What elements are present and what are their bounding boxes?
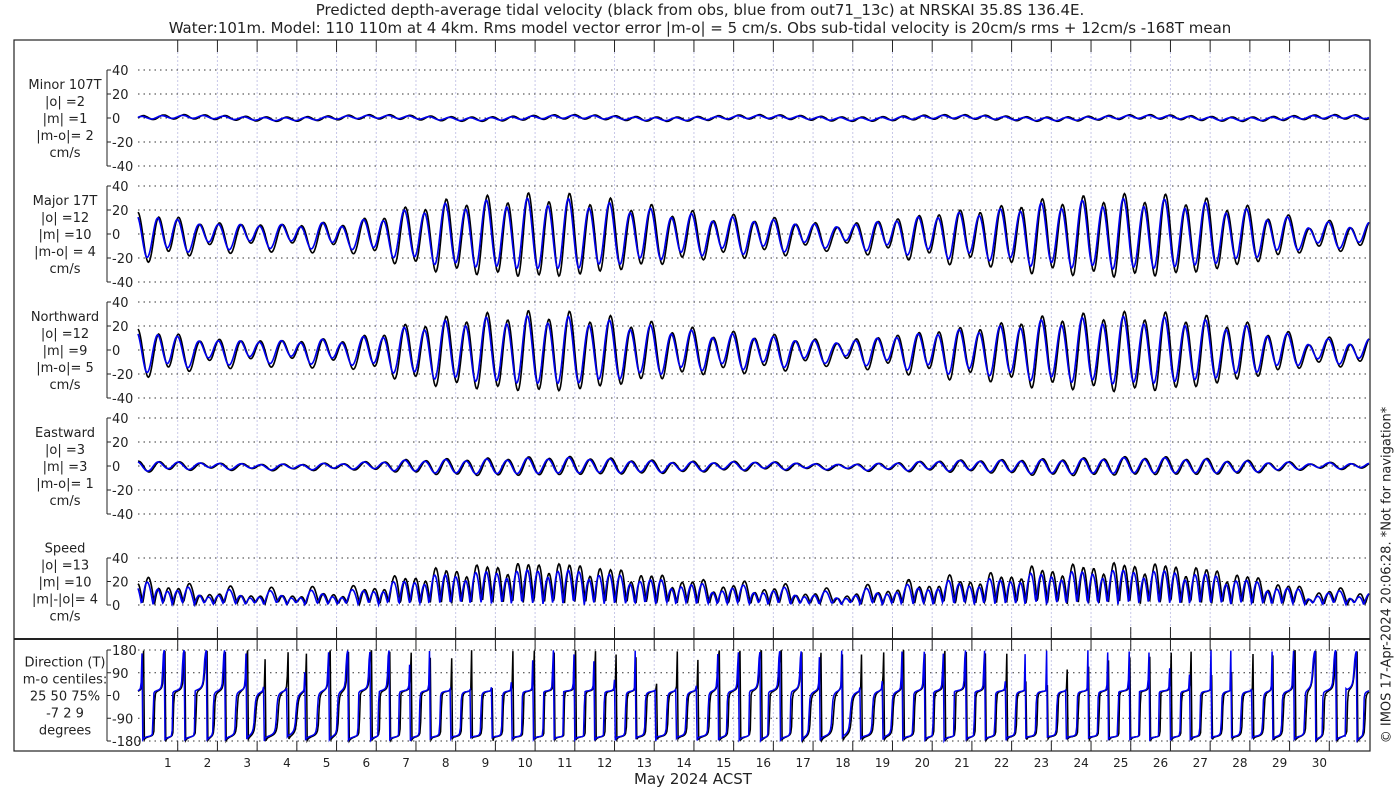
y-tick-label: -20: [112, 136, 133, 151]
x-tick-label: 4: [283, 756, 291, 770]
y-tick-label: 20: [112, 204, 129, 219]
x-tick-label: 8: [442, 756, 450, 770]
obs-series-speed: [137, 561, 1370, 607]
x-tick-label: 7: [402, 756, 410, 770]
obs-series-major: [137, 191, 1370, 279]
x-tick-label: 10: [518, 756, 533, 770]
chart-area: 1 2 3 4 5 6 7 8 9 10 11 12 13 14 15 16 17 18 19 20 21 22 23 24 2…: [13, 39, 1371, 788]
panel-label-major: Major 17T: [33, 194, 98, 209]
x-tick-label: 16: [756, 756, 771, 770]
x-tick-label: 9: [482, 756, 490, 770]
y-tick-label: 90: [112, 667, 129, 682]
x-tick-label: 25: [1113, 756, 1128, 770]
panel-label-minor: |m| =1: [43, 112, 88, 127]
panel-label-north: |m| =9: [43, 344, 88, 359]
x-tick-label: 14: [676, 756, 691, 770]
y-tick-label: -20: [112, 252, 133, 267]
y-tick-label: -40: [112, 392, 133, 407]
panel-label-major: |m| =10: [39, 228, 92, 243]
panel-label-north: cm/s: [50, 378, 81, 393]
y-tick-label: 40: [112, 552, 129, 567]
panel-label-direction: Direction (T): [25, 656, 106, 671]
y-tick-label: 0: [112, 112, 120, 127]
x-tick-label: 17: [795, 756, 810, 770]
panel-label-direction: m-o centiles:: [23, 673, 108, 688]
y-tick-label: 40: [112, 296, 129, 311]
y-tick-label: 40: [112, 180, 129, 195]
y-tick-label: 20: [112, 320, 129, 335]
x-tick-label: 30: [1312, 756, 1327, 770]
x-tick-label: 11: [557, 756, 572, 770]
x-tick-label: 19: [875, 756, 890, 770]
panel-label-minor: cm/s: [50, 146, 81, 161]
x-tick-label: 28: [1232, 756, 1247, 770]
panel-label-major: cm/s: [50, 262, 81, 277]
y-tick-label: -180: [112, 735, 142, 750]
panel-label-direction: degrees: [39, 724, 92, 739]
y-tick-label: -40: [112, 508, 133, 523]
panel-label-direction: -7 2 9: [46, 707, 84, 722]
y-tick-label: 0: [112, 690, 120, 705]
x-tick-label: 22: [994, 756, 1009, 770]
x-tick-label: 20: [915, 756, 930, 770]
x-tick-label: 1: [164, 756, 172, 770]
y-tick-label: -20: [112, 368, 133, 383]
x-tick-label: 27: [1193, 756, 1208, 770]
x-tick-label: 21: [954, 756, 969, 770]
y-tick-label: 40: [112, 412, 129, 427]
panel-label-speed: cm/s: [50, 610, 81, 625]
x-tick-label: 15: [716, 756, 731, 770]
model-series-speed: [137, 568, 1370, 608]
panel-label-east: |o| =3: [45, 443, 85, 458]
x-tick-label: 2: [204, 756, 212, 770]
y-tick-label: 0: [112, 228, 120, 243]
x-tick-label: 18: [835, 756, 850, 770]
panel-label-direction: 25 50 75%: [30, 690, 100, 705]
panel-label-speed: |o| =13: [41, 559, 89, 574]
x-tick-label: 13: [637, 756, 652, 770]
y-tick-label: 0: [112, 599, 120, 614]
y-tick-label: -40: [112, 160, 133, 175]
x-axis-label: May 2024 ACST: [634, 770, 753, 788]
panel-label-major: |m-o| = 4: [34, 245, 96, 260]
panel-label-speed: |m| =10: [39, 576, 92, 591]
y-tick-label: 20: [112, 436, 129, 451]
obs-series-north: [137, 309, 1370, 393]
y-tick-label: 0: [112, 460, 120, 475]
x-tick-label: 5: [323, 756, 331, 770]
panel-label-east: cm/s: [50, 494, 81, 509]
y-tick-label: -20: [112, 484, 133, 499]
y-tick-label: 0: [112, 344, 120, 359]
x-tick-label: 3: [243, 756, 251, 770]
panel-label-major: |o| =12: [41, 211, 89, 226]
panel-label-north: |m-o|= 5: [36, 361, 94, 376]
panel-label-east: Eastward: [35, 426, 95, 441]
panel-label-minor: |m-o|= 2: [36, 129, 94, 144]
y-tick-label: 20: [112, 88, 129, 103]
panel-label-east: |m| =3: [43, 460, 88, 475]
panel-label-minor: |o| =2: [45, 95, 85, 110]
x-tick-label: 23: [1034, 756, 1049, 770]
y-tick-label: 180: [112, 644, 137, 659]
panel-label-minor: Minor 107T: [28, 78, 101, 93]
panel-label-speed: |m|-|o|= 4: [32, 593, 98, 608]
panel-label-north: Northward: [31, 310, 99, 325]
y-tick-label: 40: [112, 64, 129, 79]
x-tick-label: 29: [1272, 756, 1287, 770]
y-tick-label: 20: [112, 576, 129, 591]
panel-label-north: |o| =12: [41, 327, 89, 342]
x-tick-label: 6: [363, 756, 371, 770]
x-tick-label: 24: [1073, 756, 1088, 770]
panel-label-east: |m-o|= 1: [36, 477, 94, 492]
y-tick-label: -40: [112, 276, 133, 291]
y-tick-label: -90: [112, 712, 133, 727]
panel-label-speed: Speed: [45, 542, 86, 557]
x-tick-label: 12: [597, 756, 612, 770]
x-tick-label: 26: [1153, 756, 1168, 770]
